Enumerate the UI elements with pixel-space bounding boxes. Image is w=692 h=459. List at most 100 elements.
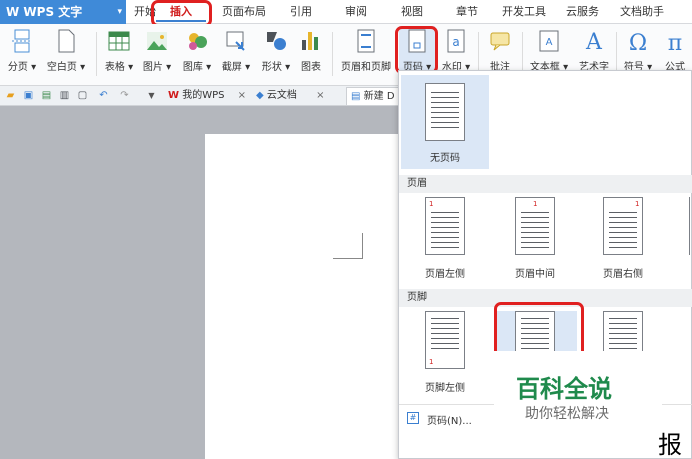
page-number-marker: 1 — [429, 358, 434, 366]
image-label: 图片 — [142, 62, 163, 73]
image-icon — [147, 32, 167, 50]
comment-icon — [490, 32, 510, 51]
page-number-marker: 1 — [429, 200, 434, 208]
page-number-highlight — [395, 26, 438, 74]
export-pdf-icon[interactable]: ▤ — [40, 89, 53, 102]
chart-button[interactable]: 图表 — [296, 26, 326, 84]
customize-quick-access-icon[interactable]: ▼ — [145, 89, 158, 102]
chart-icon — [302, 32, 318, 50]
print-icon[interactable]: ▥ — [58, 89, 71, 102]
page-thumbnail: 1 — [603, 197, 643, 255]
header-footer-label: 页眉和页脚 — [341, 62, 391, 73]
header-left-label: 页眉左侧 — [425, 269, 465, 280]
header-right-option[interactable]: 1 页眉右侧 — [579, 195, 667, 285]
tab-cloud-docs[interactable]: ◆ 云文档 × — [256, 87, 324, 105]
gallery-label: 图库 — [182, 62, 203, 73]
page-number-settings-label: 页码(N)... — [427, 416, 472, 427]
ribbon-divider — [332, 32, 333, 76]
header-center-option[interactable]: 1 页眉中间 — [491, 195, 579, 285]
close-icon[interactable]: × — [238, 90, 246, 101]
table-label: 表格 — [104, 62, 125, 73]
page-break-label: 分页 — [7, 62, 28, 73]
document-icon: ▤ — [351, 91, 361, 102]
print-preview-icon[interactable]: ▢ — [76, 89, 89, 102]
shape-label: 形状 — [261, 62, 282, 73]
shape-icon — [267, 32, 286, 50]
cloud-icon: ◆ — [256, 90, 264, 101]
no-page-number-option[interactable]: 无页码 — [401, 75, 489, 169]
baike-watermark: 百科全说 助你轻松解决 — [494, 351, 662, 431]
close-icon[interactable]: × — [316, 90, 324, 101]
blank-page-button[interactable]: 空白页 ▾ — [42, 26, 90, 84]
svg-text:A: A — [585, 30, 603, 54]
footer-left-label: 页脚左侧 — [425, 383, 465, 394]
tab-new-document-label: 新建 D — [363, 91, 395, 102]
tab-chapter[interactable]: 章节 — [456, 0, 478, 24]
shape-button[interactable]: 形状 ▾ — [258, 26, 294, 84]
page-thumbnail: 1 — [515, 197, 555, 255]
open-folder-icon[interactable]: ▰ — [4, 89, 17, 102]
page-break-button[interactable]: 分页 ▾ — [4, 26, 40, 84]
tab-doc-assistant[interactable]: 文档助手 — [620, 0, 664, 24]
screenshot-label: 截屏 — [221, 62, 242, 73]
page-thumbnail: 1 — [425, 311, 465, 369]
chevron-down-icon[interactable]: ▾ — [117, 0, 122, 24]
tab-review[interactable]: 审阅 — [345, 0, 367, 24]
save-icon[interactable]: ▣ — [22, 89, 35, 102]
tab-references[interactable]: 引用 — [290, 0, 312, 24]
app-title: W WPS 文字 — [6, 5, 83, 19]
header-footer-button[interactable]: 页眉和页脚 — [336, 26, 396, 84]
header-section-title: 页眉 — [399, 175, 692, 193]
svg-text:π: π — [668, 31, 682, 54]
header-center-label: 页眉中间 — [515, 269, 555, 280]
page-break-icon — [12, 29, 32, 53]
page-number-settings-icon: # — [407, 412, 419, 424]
header-footer-icon — [357, 29, 375, 53]
wordart-icon: A — [585, 30, 603, 54]
tab-view[interactable]: 视图 — [401, 0, 423, 24]
image-button[interactable]: 图片 ▾ — [140, 26, 174, 84]
tab-developer[interactable]: 开发工具 — [502, 0, 546, 24]
blank-page-label: 空白页 — [46, 62, 77, 73]
wps-w-icon: W — [168, 90, 180, 101]
page-number-marker: 1 — [635, 200, 640, 208]
page-thumbnail: 1 — [425, 197, 465, 255]
gallery-icon — [189, 33, 207, 50]
undo-icon[interactable]: ↶ — [97, 89, 110, 102]
watermark-icon: a — [447, 29, 465, 53]
page-thumbnail — [425, 83, 465, 141]
tab-my-wps-label: 我的WPS — [182, 90, 225, 101]
textbox-icon: A — [539, 30, 559, 52]
header-right-label: 页眉右侧 — [603, 269, 643, 280]
document-text-fragment: 报 — [658, 431, 682, 459]
page-number-marker: 1 — [533, 200, 538, 208]
gallery-button[interactable]: 图库 ▾ — [178, 26, 216, 84]
screenshot-icon — [226, 31, 245, 51]
menu-bar: W WPS 文字 ▾ 开始 插入 页面布局 引用 审阅 视图 章节 开发工具 云… — [0, 0, 692, 24]
wps-logo[interactable]: W WPS 文字 ▾ — [0, 0, 126, 24]
tab-page-layout[interactable]: 页面布局 — [222, 0, 266, 24]
watermark-title: 百科全说 — [516, 375, 612, 403]
omega-icon: Ω — [629, 31, 647, 54]
tab-cloud-service[interactable]: 云服务 — [566, 0, 599, 24]
chart-label: 图表 — [301, 62, 321, 73]
tab-my-wps[interactable]: W 我的WPS × — [168, 87, 246, 105]
document-page[interactable] — [205, 134, 405, 459]
table-button[interactable]: 表格 ▾ — [102, 26, 136, 84]
svg-text:a: a — [452, 35, 459, 49]
no-page-number-label: 无页码 — [430, 153, 460, 164]
footer-left-option[interactable]: 1 页脚左侧 — [401, 309, 489, 399]
page-margin-marker — [333, 233, 363, 259]
tab-cloud-docs-label: 云文档 — [266, 90, 297, 101]
ribbon-divider — [96, 32, 97, 76]
blank-page-icon — [58, 29, 75, 53]
screenshot-button[interactable]: 截屏 ▾ — [218, 26, 254, 84]
header-left-option[interactable]: 1 页眉左侧 — [401, 195, 489, 285]
pi-icon: π — [668, 31, 682, 54]
watermark-subtitle: 助你轻松解决 — [525, 406, 609, 422]
redo-icon[interactable]: ↷ — [118, 89, 131, 102]
svg-text:Ω: Ω — [629, 31, 647, 54]
tab-new-document[interactable]: ▤ 新建 D — [346, 87, 400, 105]
insert-tab-highlight — [151, 0, 212, 27]
table-icon — [108, 31, 130, 51]
